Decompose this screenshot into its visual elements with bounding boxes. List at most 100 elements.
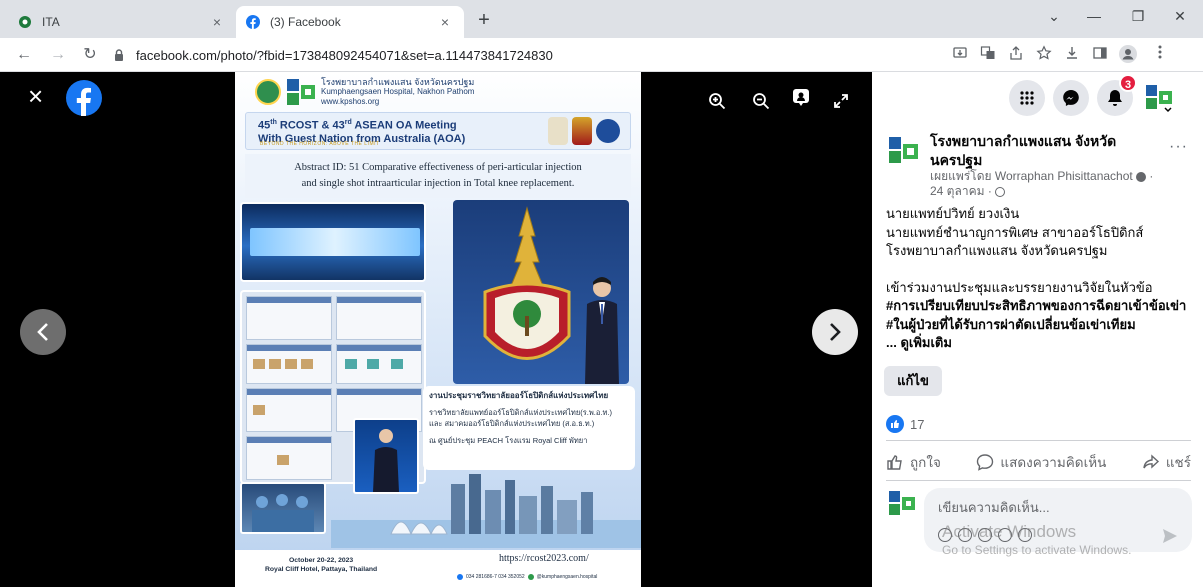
tab-close-icon[interactable]: × [208,14,226,30]
bookmark-star-icon[interactable] [1034,45,1054,65]
fullscreen-icon[interactable] [830,90,852,112]
kps-logo-icon [287,79,315,105]
reload-button[interactable]: ↻ [78,44,102,66]
forward-button[interactable]: → [46,44,70,66]
globe-icon [995,186,1006,197]
see-more-link[interactable]: ... ดูเพิ่มเติม [886,334,1191,353]
zoom-in-icon[interactable] [706,90,728,112]
abstract-line: Abstract ID: 51 Comparative effectivenes… [294,162,582,173]
footer-phone: 034 281686-7 034 352052 [466,574,525,580]
address-bar[interactable]: facebook.com/photo/?fbid=173848092454071… [110,42,940,68]
comment-button[interactable]: แสดงความคิดเห็น [976,451,1106,473]
caption-line: ราชวิทยาลัยแพทย์ออร์โธปิดิกส์แห่งประเทศไ… [429,408,612,417]
caption-line: งานประชุมราชวิทยาลัยออร์โธปิดิกส์แห่งประ… [429,391,609,400]
lock-icon[interactable] [110,49,128,61]
caption-line: และ สมาคมออร์โธปิดิกส์แห่งประเทศไทย (ส.อ… [429,419,595,428]
profile-avatar-icon[interactable] [1118,45,1138,65]
abstract-title: Abstract ID: 51 Comparative effectivenes… [245,154,631,198]
post-author: โรงพยาบาลกำแพงแสน จังหวัดนครปฐม เผยแพร่โ… [888,132,1188,202]
zoom-out-icon[interactable] [750,90,772,112]
close-viewer-button[interactable]: × [28,83,50,109]
avatar-sticker-icon[interactable] [938,528,952,542]
poster-footer: October 20-22, 2023 Royal Cliff Hotel, P… [235,550,641,587]
doctor-photo-icon [585,277,619,384]
hashtag-link[interactable]: #การเปรียบเทียบประสิทธิภาพของการฉีดยาเข้… [886,297,1191,316]
body-line: นายแพทย์ชำนาญการพิเศษ สาขาออร์โธปิดิกส์ [886,224,1144,240]
tab-title: ITA [42,15,60,29]
body-intro: เข้าร่วมงานประชุมและบรรยายงานวิจัยในหัวข… [886,279,1153,295]
poster-caption-box: งานประชุมราชวิทยาลัยออร์โธปิดิกส์แห่งประ… [423,386,635,470]
thumbs-up-icon [887,455,902,470]
like-button[interactable]: ถูกใจ [886,451,941,473]
back-button[interactable]: ← [12,44,36,66]
poster-hospital-website: www.kpshos.org [321,97,380,106]
author-name[interactable]: โรงพยาบาลกำแพงแสน จังหวัดนครปฐม [930,132,1160,170]
comment-label: แสดงความคิดเห็น [1000,455,1107,470]
tab-search-icon[interactable]: ⌄ [1034,8,1074,25]
tag-photo-icon[interactable] [790,86,812,108]
messenger-button[interactable] [1053,80,1089,116]
rcost-emblem-photo [453,200,629,384]
header-actions: 3 [1003,74,1203,120]
abstract-line: and single shot intraarticular injection… [301,178,575,189]
hashtag-link[interactable]: #ในผู้ป่วยที่ได้รับการผ่าตัดเปลี่ยนข้อเข… [886,316,1191,335]
commenter-avatar[interactable] [886,488,918,520]
comment-composer: เขียนความคิดเห็น... [886,488,1196,558]
chevron-left-icon [37,323,48,341]
next-photo-button[interactable] [812,309,858,355]
post-text: นายแพทย์ปวิทย์ ยวงเงิน นายแพทย์ชำนาญการพ… [886,205,1191,353]
browser-menu-icon[interactable] [1150,45,1170,65]
post-actions: ถูกใจ แสดงความคิดเห็น แชร์ [886,446,1191,478]
body-line: นายแพทย์ปวิทย์ ยวงเงิน [886,206,1020,221]
like-reaction-icon [886,415,904,433]
browser-toolbar: ← → ↻ facebook.com/photo/?fbid=173848092… [0,38,1203,72]
footer-venue: Royal Cliff Hotel, Pattaya, Thailand [265,566,378,573]
author-avatar[interactable] [888,136,920,168]
info-icon [1136,171,1147,182]
reaction-summary[interactable]: 17 [886,414,924,434]
notifications-button[interactable]: 3 [1097,74,1137,116]
previous-photo-button[interactable] [20,309,66,355]
rcost-emblem-icon [483,206,571,360]
facebook-logo-icon[interactable] [66,80,102,116]
comment-icon [977,454,994,471]
footer-handle: @kumphaengsaen.hospital [536,574,598,580]
meeting-logos [548,117,620,145]
post-date[interactable]: 24 ตุลาคม [930,184,985,198]
share-button[interactable]: แชร์ [1142,451,1191,473]
chevron-right-icon [830,323,841,341]
translate-icon[interactable] [978,45,998,65]
camera-icon[interactable] [978,528,992,542]
post-photo[interactable]: โรงพยาบาลกำแพงแสน จังหวัดนครปฐม Kumphaen… [235,72,641,587]
install-app-icon[interactable] [950,45,970,65]
tab-ita[interactable]: ITA × [8,6,236,38]
tab-close-icon[interactable]: × [436,14,454,30]
share-page-icon[interactable] [1006,45,1026,65]
account-button[interactable] [1141,80,1177,116]
emoji-icon[interactable] [958,528,972,542]
poster-header: โรงพยาบาลกำแพงแสน จังหวัดนครปฐม Kumphaen… [235,72,641,112]
menu-grid-button[interactable] [1009,80,1045,116]
poster-footer-date: October 20-22, 2023 Royal Cliff Hotel, P… [265,556,377,574]
send-icon[interactable] [1162,528,1178,544]
new-tab-button[interactable]: + [472,9,496,33]
meeting-suffix: th [270,119,277,126]
bell-icon [1108,90,1122,106]
download-icon[interactable] [1062,45,1082,65]
notification-badge: 3 [1119,74,1137,92]
sticker-icon[interactable] [1018,528,1032,542]
side-panel-icon[interactable] [1090,45,1110,65]
divider [886,480,1191,481]
tab-facebook[interactable]: (3) Facebook × [236,6,464,38]
gif-icon[interactable] [998,528,1012,542]
share-label: แชร์ [1165,455,1191,470]
divider [886,440,1191,441]
close-window-button[interactable]: ✕ [1160,8,1200,25]
conference-stage-photo [240,202,426,282]
comment-input[interactable]: เขียนความคิดเห็น... [924,488,1192,552]
post-options-button[interactable]: ··· [1169,138,1188,156]
minimize-button[interactable]: — [1074,8,1114,24]
published-by[interactable]: เผยแพร่โดย Worraphan Phisittanachot [930,169,1133,183]
restore-button[interactable]: ❐ [1118,8,1158,25]
edit-button[interactable]: แก้ไข [884,366,942,396]
